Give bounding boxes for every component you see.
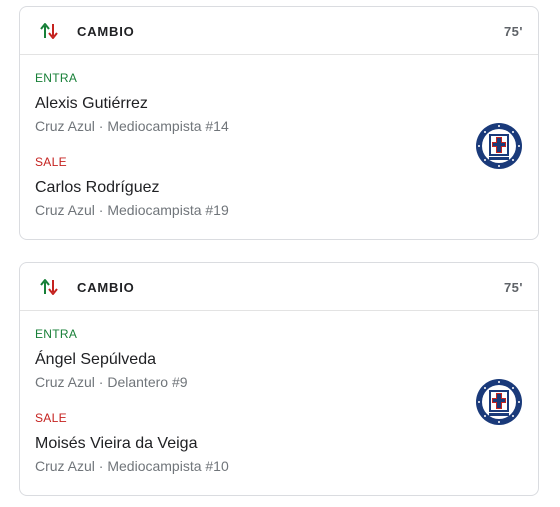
cruz-azul-crest-icon bbox=[476, 123, 522, 169]
player-out-label: SALE bbox=[35, 155, 67, 169]
player-out-name: Moisés Vieira da Veiga bbox=[35, 435, 198, 452]
cruz-azul-crest-icon bbox=[476, 379, 522, 425]
card-header: CAMBIO 75' bbox=[20, 7, 538, 55]
card-header: CAMBIO 75' bbox=[20, 263, 538, 311]
player-in-label: ENTRA bbox=[35, 71, 78, 85]
event-type-label: CAMBIO bbox=[77, 280, 135, 295]
player-in-name: Ángel Sepúlveda bbox=[35, 351, 156, 368]
substitution-arrows-icon bbox=[40, 23, 58, 39]
player-out-label: SALE bbox=[35, 411, 67, 425]
substitution-feed: CAMBIO 75' ENTRA Alexis Gutiérrez Cruz A… bbox=[0, 0, 560, 507]
substitution-card[interactable]: CAMBIO 75' ENTRA Alexis Gutiérrez Cruz A… bbox=[19, 6, 539, 240]
event-minute: 75' bbox=[503, 280, 523, 295]
player-in-info: Cruz Azul · Mediocampista #14 bbox=[35, 118, 229, 134]
event-type-label: CAMBIO bbox=[77, 24, 135, 39]
player-out-name: Carlos Rodríguez bbox=[35, 179, 160, 196]
player-in-label: ENTRA bbox=[35, 327, 78, 341]
player-out-info: Cruz Azul · Mediocampista #19 bbox=[35, 202, 229, 218]
substitution-card[interactable]: CAMBIO 75' ENTRA Ángel Sepúlveda Cruz Az… bbox=[19, 262, 539, 496]
player-in-info: Cruz Azul · Delantero #9 bbox=[35, 374, 188, 390]
card-body: ENTRA Alexis Gutiérrez Cruz Azul · Medio… bbox=[20, 55, 538, 239]
player-in-name: Alexis Gutiérrez bbox=[35, 95, 148, 112]
player-out-info: Cruz Azul · Mediocampista #10 bbox=[35, 458, 229, 474]
event-minute: 75' bbox=[503, 24, 523, 39]
card-body: ENTRA Ángel Sepúlveda Cruz Azul · Delant… bbox=[20, 311, 538, 495]
substitution-arrows-icon bbox=[40, 279, 58, 295]
